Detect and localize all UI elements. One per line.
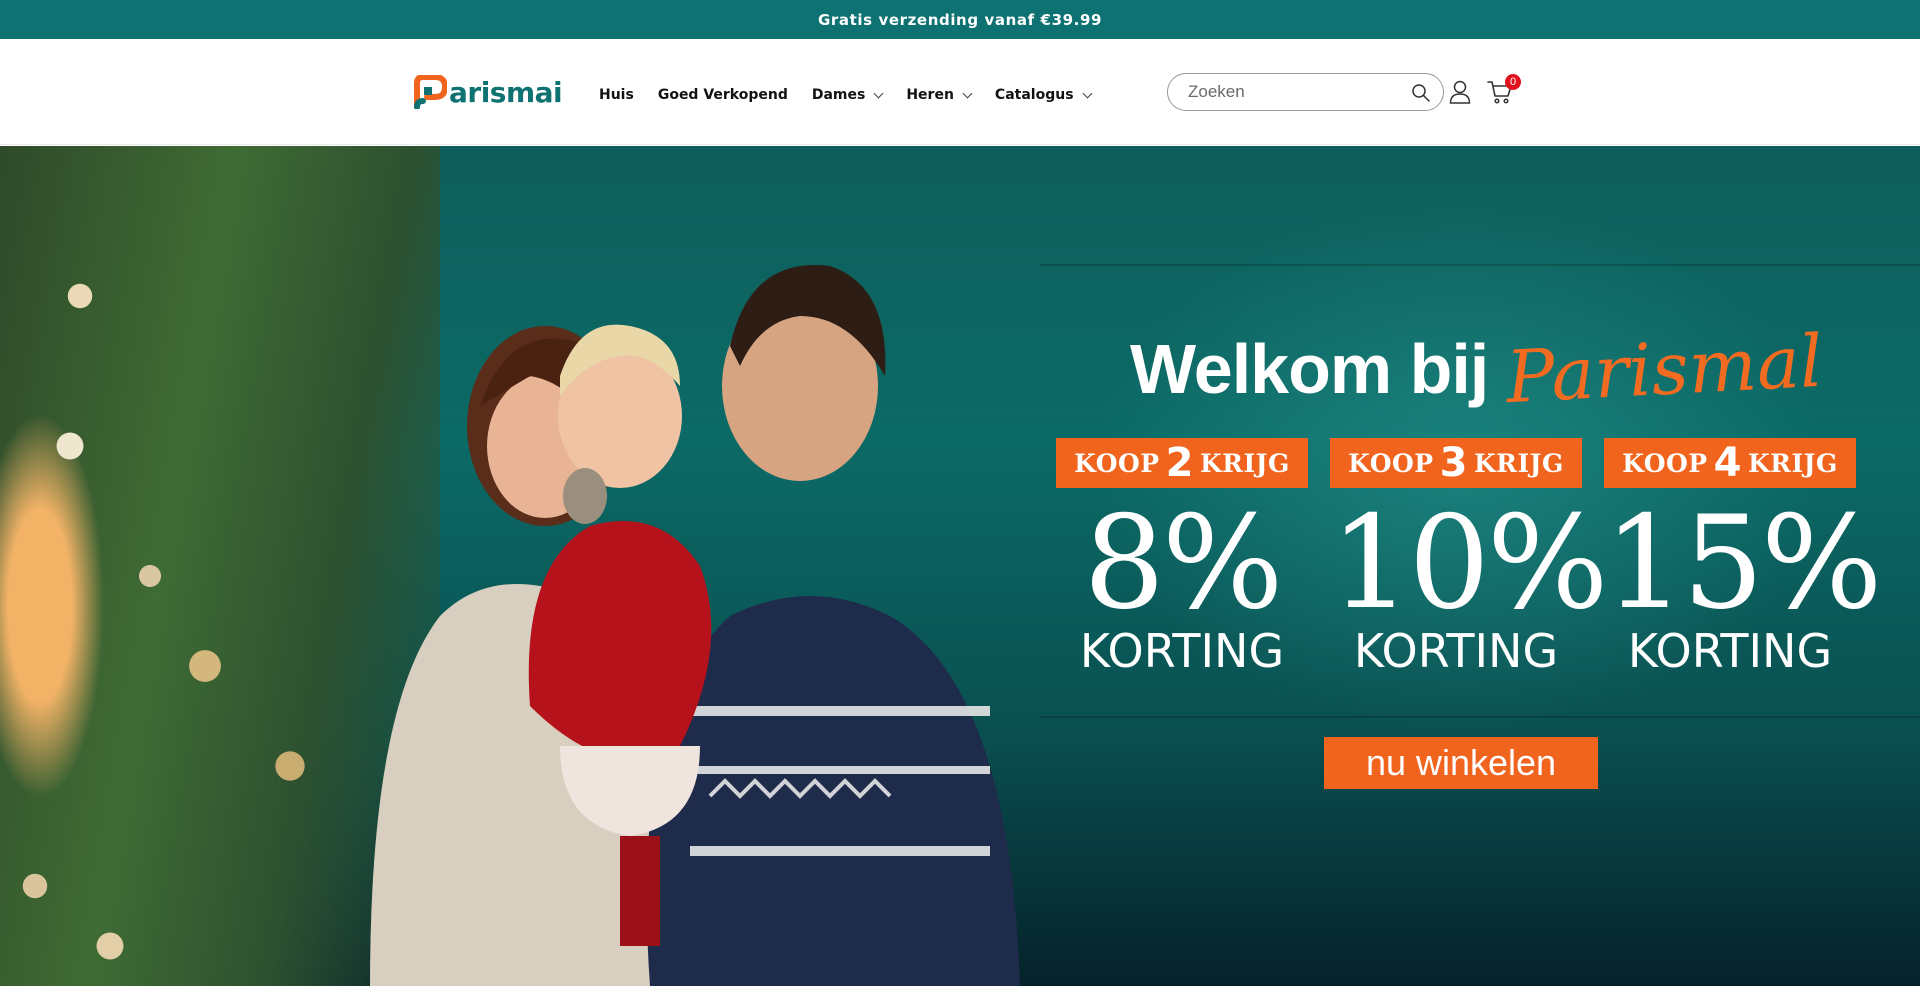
welcome-text: Welkom bij bbox=[1130, 330, 1489, 408]
offer-percent: 15% bbox=[1604, 489, 1883, 638]
search-box bbox=[1167, 73, 1444, 111]
nav-label: Huis bbox=[599, 87, 634, 103]
offer-tag-suffix: KRIJG bbox=[1199, 448, 1290, 478]
nav-item-catalogus[interactable]: Catalogus bbox=[994, 87, 1092, 103]
brand-script-text: Parismal bbox=[1504, 318, 1825, 420]
nav-item-dames[interactable]: Dames bbox=[811, 87, 884, 103]
offer-tag-prefix: KOOP bbox=[1622, 448, 1708, 478]
hero-headline: Welkom bij Parismal bbox=[1130, 319, 1825, 419]
offer-label: KORTING bbox=[1079, 624, 1285, 678]
offer-tag: KOOP 3 KRIJG bbox=[1330, 438, 1582, 488]
offer-card: KOOP 3 KRIJG 10% KORTING bbox=[1330, 438, 1609, 678]
offer-card: KOOP 2 KRIJG 8% KORTING bbox=[1056, 438, 1308, 676]
offer-tag-suffix: KRIJG bbox=[1473, 448, 1564, 478]
nav-label: Goed Verkopend bbox=[657, 87, 788, 103]
chevron-down-icon bbox=[962, 88, 973, 98]
nav-item-goed-verkopend[interactable]: Goed Verkopend bbox=[658, 87, 788, 103]
offer-label: KORTING bbox=[1627, 624, 1833, 678]
hero-banner[interactable]: Welkom bij Parismal KOOP 2 KRIJG 8% KORT… bbox=[0, 146, 1920, 986]
account-icon[interactable] bbox=[1449, 80, 1471, 104]
chevron-down-icon bbox=[873, 88, 884, 98]
offer-card: KOOP 4 KRIJG 15% KORTING bbox=[1604, 438, 1883, 678]
nav-label: Dames bbox=[811, 87, 866, 103]
nav-label: Heren bbox=[906, 87, 954, 103]
nav-item-huis[interactable]: Huis bbox=[599, 87, 634, 103]
offer-tag: KOOP 4 KRIJG bbox=[1604, 438, 1856, 488]
offer-label: KORTING bbox=[1353, 624, 1559, 678]
offer-tag: KOOP 2 KRIJG bbox=[1056, 438, 1308, 488]
search-icon[interactable] bbox=[1411, 83, 1431, 103]
offer-percent: 10% bbox=[1330, 489, 1609, 638]
announcement-bar: Gratis verzending vanaf €39.99 bbox=[0, 0, 1920, 39]
logo-mark-icon bbox=[414, 75, 447, 109]
main-nav: Huis Goed Verkopend Dames Heren Catalogu… bbox=[599, 84, 1115, 106]
wall-panel-line bbox=[1040, 264, 1920, 266]
family-photo-image bbox=[370, 265, 1020, 986]
offer-tag-number: 4 bbox=[1713, 440, 1742, 486]
offer-tag-prefix: KOOP bbox=[1348, 448, 1434, 478]
wall-panel-line bbox=[1040, 716, 1920, 718]
offer-tag-suffix: KRIJG bbox=[1747, 448, 1838, 478]
announcement-text: Gratis verzending vanaf €39.99 bbox=[817, 10, 1103, 29]
nav-item-heren[interactable]: Heren bbox=[906, 87, 973, 103]
offer-tag-number: 2 bbox=[1165, 440, 1194, 486]
offer-tag-number: 3 bbox=[1439, 440, 1468, 486]
offer-tag-prefix: KOOP bbox=[1074, 448, 1160, 478]
search-input[interactable] bbox=[1188, 74, 1398, 110]
shop-now-button[interactable]: nu winkelen bbox=[1324, 737, 1598, 789]
cart-count-badge: 0 bbox=[1505, 74, 1521, 90]
offer-percent: 8% bbox=[1083, 489, 1283, 638]
chevron-down-icon bbox=[1082, 88, 1092, 98]
logo-text: arismai bbox=[449, 75, 563, 109]
nav-label: Catalogus bbox=[994, 87, 1074, 103]
site-header: arismai Huis Goed Verkopend Dames Heren … bbox=[0, 39, 1920, 145]
logo[interactable]: arismai bbox=[413, 75, 563, 109]
